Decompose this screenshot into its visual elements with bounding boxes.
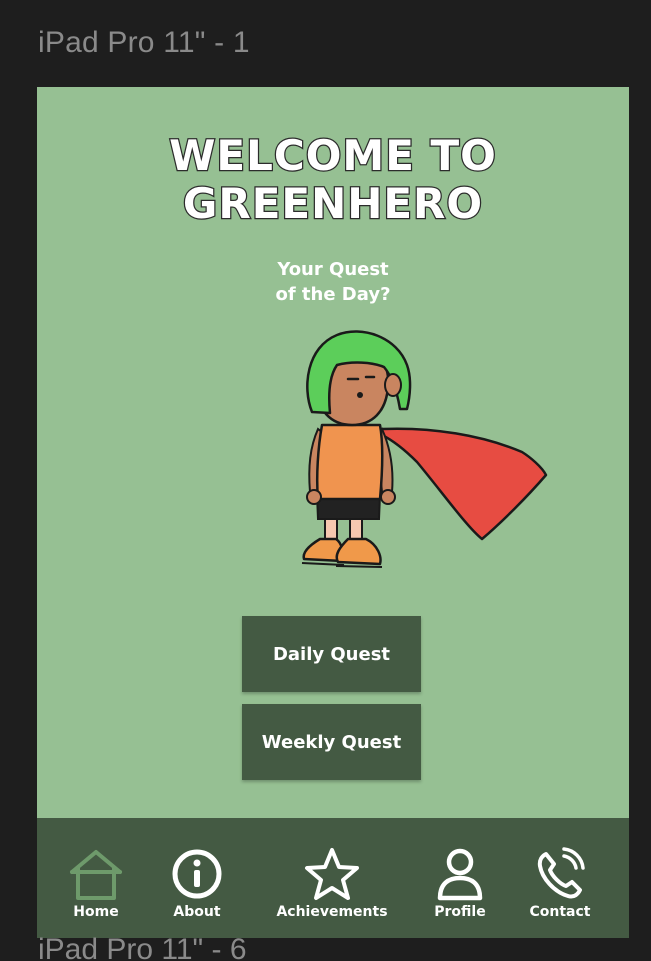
title-line-2: GREENHERO	[182, 178, 484, 229]
quest-subtitle: Your Quest of the Day?	[37, 257, 629, 307]
nav-label-achievements: Achievements	[276, 904, 388, 920]
subtitle-line-2: of the Day?	[275, 284, 391, 305]
shoe-right	[335, 537, 382, 566]
home-icon	[66, 846, 126, 902]
bottom-navigation: Home About Achievements Profile Contact	[37, 818, 629, 938]
frame-label-ipad-pro-6[interactable]: iPad Pro 11" - 6	[38, 935, 247, 961]
nav-label-about: About	[173, 904, 221, 920]
frame-label-ipad-pro-1[interactable]: iPad Pro 11" - 1	[38, 26, 250, 60]
ipad-frame: WELCOME TO GREENHERO Your Quest of the D…	[37, 87, 629, 938]
design-canvas: iPad Pro 11" - 1 WELCOME TO GREENHERO Yo…	[0, 0, 651, 961]
daily-quest-button[interactable]: Daily Quest	[242, 616, 421, 692]
title-line-1: WELCOME TO	[168, 130, 497, 181]
subtitle-line-1: Your Quest	[277, 259, 389, 280]
nav-label-contact: Contact	[529, 904, 591, 920]
user-icon	[430, 846, 490, 902]
welcome-title: WELCOME TO GREENHERO	[37, 130, 629, 229]
info-icon	[167, 846, 227, 902]
phone-icon	[530, 846, 590, 902]
shirt	[315, 423, 384, 501]
hero-character-illustration	[301, 330, 548, 568]
star-icon	[302, 846, 362, 902]
cape	[380, 427, 548, 541]
weekly-quest-button[interactable]: Weekly Quest	[242, 704, 421, 780]
